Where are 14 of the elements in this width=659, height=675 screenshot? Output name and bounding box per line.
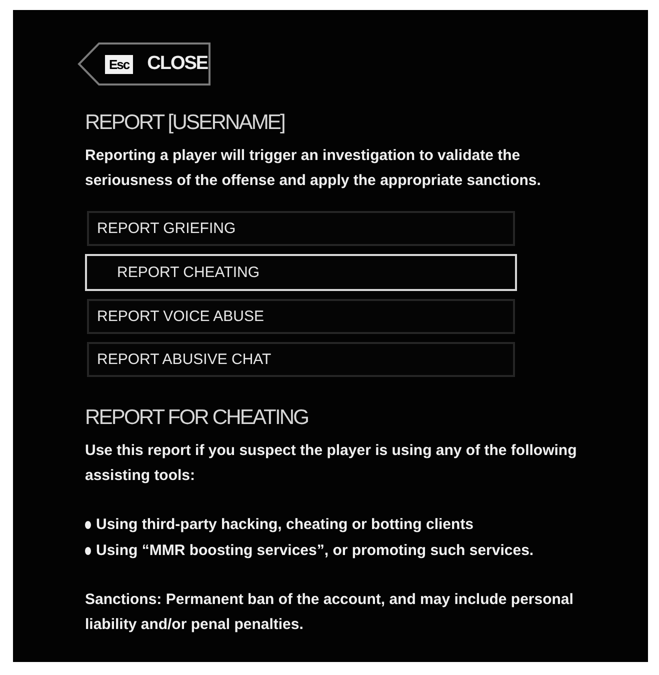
bullet-text: Using “MMR boosting services”, or promoting such services. <box>96 541 534 561</box>
bullet-icon <box>85 547 91 555</box>
report-option[interactable]: REPORT ABUSIVE CHAT <box>87 342 515 377</box>
report-option[interactable]: REPORT VOICE ABUSE <box>87 299 515 334</box>
intro-text: Reporting a player will trigger an investigation to validate the seriousness of the offense and apply the appropriate sanctions. <box>85 146 542 190</box>
report-option[interactable]: REPORT GRIEFING <box>87 211 515 246</box>
close-button[interactable]: Esc CLOSE <box>77 42 211 86</box>
sanctions-text: Sanctions: Permanent ban of the account, and may include personal liability and/or penal penalties. <box>85 590 574 634</box>
section-heading: REPORT FOR CHEATING <box>85 405 310 431</box>
report-option[interactable]: REPORT CHEATING <box>85 254 517 291</box>
description-text: Use this report if you suspect the player is using any of the following assisting tools: <box>85 441 578 486</box>
bullet-text: Using third-party hacking, cheating or botting clients <box>96 515 474 535</box>
bullet-icon <box>85 521 91 529</box>
dialog-title: REPORT [USERNAME] <box>85 110 286 136</box>
